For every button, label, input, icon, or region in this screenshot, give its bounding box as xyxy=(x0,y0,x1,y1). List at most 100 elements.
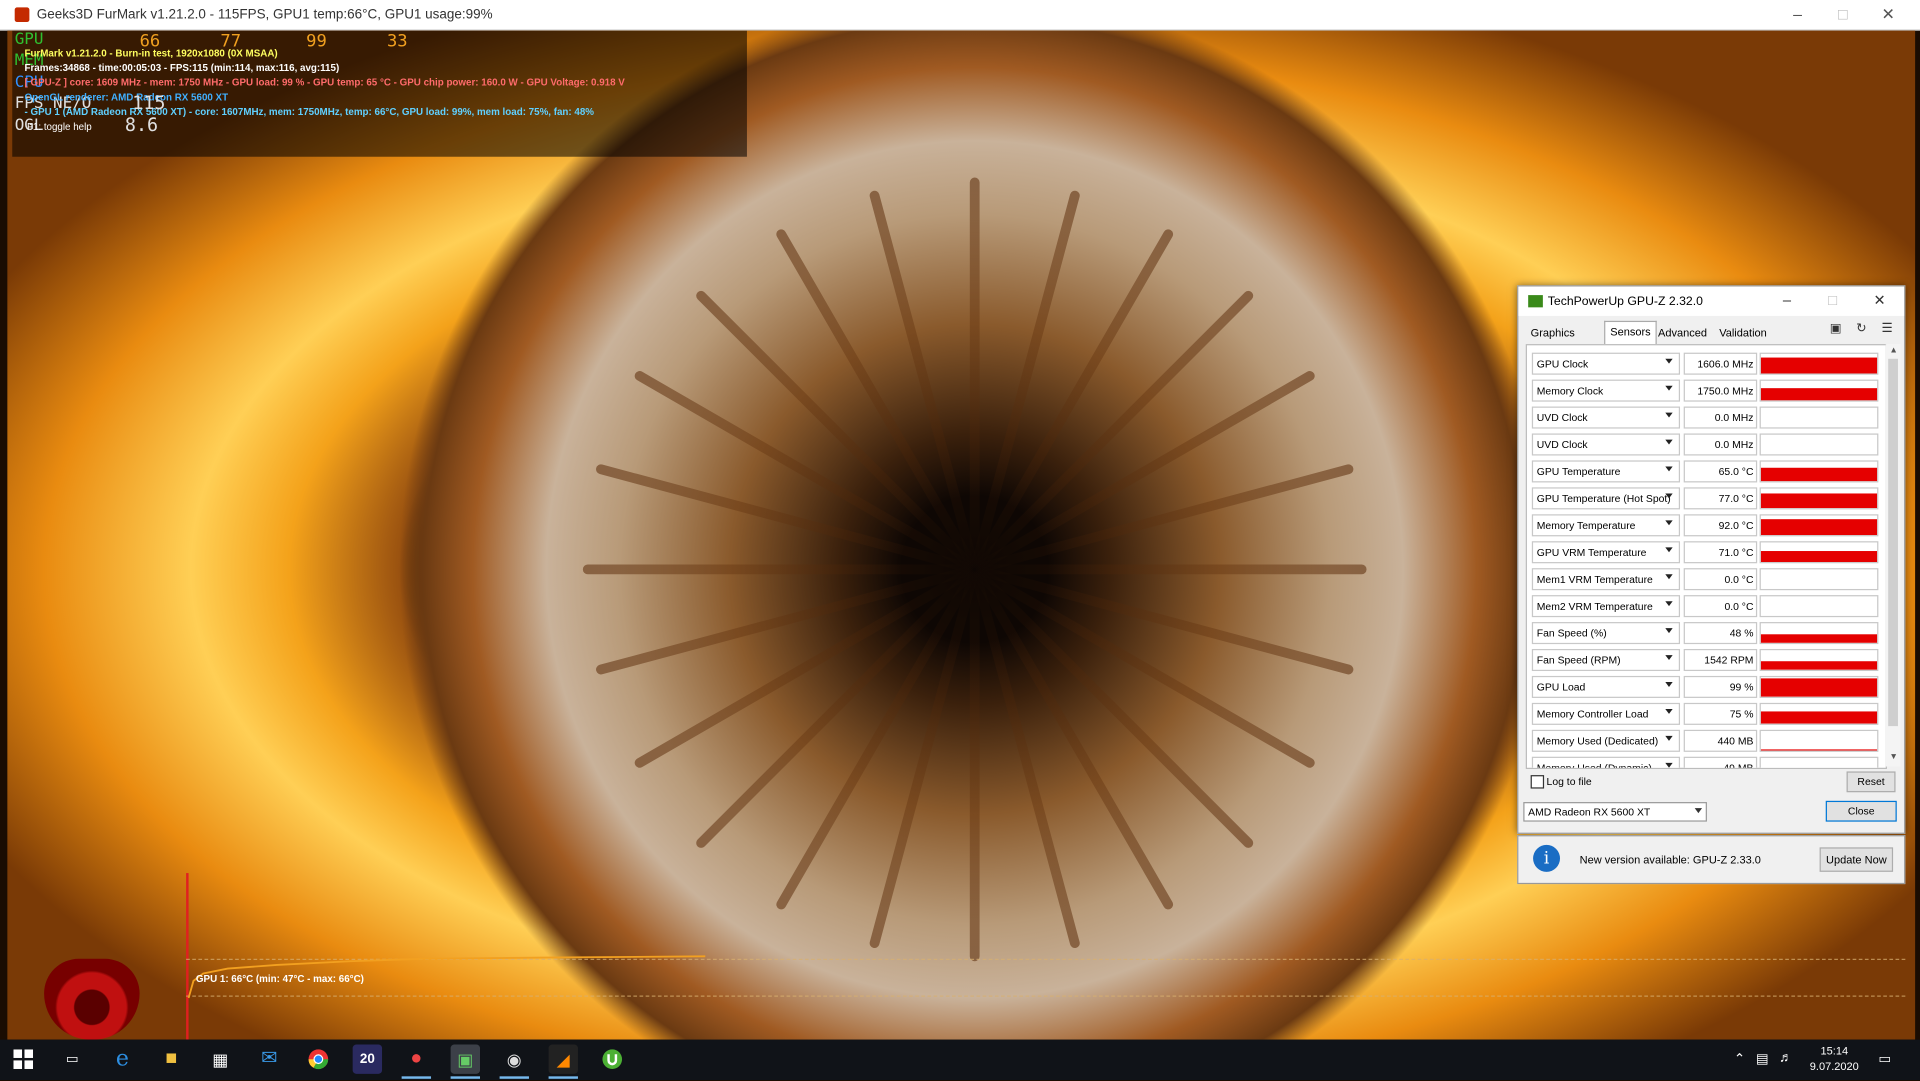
fur-spoke xyxy=(974,564,1367,575)
sensor-name-dropdown[interactable]: Memory Used (Dedicated) xyxy=(1531,729,1681,752)
maximize-button[interactable]: □ xyxy=(1821,2,1865,26)
gpuz-app-icon xyxy=(1528,295,1543,308)
sensor-name-dropdown[interactable]: Fan Speed (RPM) xyxy=(1531,648,1681,672)
sensor-list: GPU Clock 1606.0 MHz Memory Clock 1750.0 MH… xyxy=(1525,344,1887,769)
close-button-gpuz[interactable]: Close xyxy=(1825,800,1897,822)
furmark-window-title: Geeks3D FurMark v1.21.2.0 - 115FPS, GPU1… xyxy=(36,7,493,23)
sensor-value: 1750.0 MHz xyxy=(1683,379,1758,402)
sensor-scrollbar[interactable]: ▲ ▼ xyxy=(1885,344,1901,767)
update-message: New version available: GPU-Z 2.33.0 xyxy=(1579,853,1761,866)
tab-graphics-card[interactable]: Graphics Card xyxy=(1526,323,1580,359)
sensor-value: 0.0 °C xyxy=(1683,568,1758,591)
sensor-name-dropdown[interactable]: UVD Clock xyxy=(1531,433,1681,456)
notifications-icon[interactable]: ▭ xyxy=(1878,1051,1891,1067)
refresh-icon[interactable]: ↻ xyxy=(1854,323,1869,335)
chevron-down-icon xyxy=(1665,601,1673,607)
close-button[interactable]: ✕ xyxy=(1866,2,1910,26)
chevron-down-icon xyxy=(1665,547,1673,553)
fur-spoke xyxy=(582,564,975,575)
utorrent-icon[interactable] xyxy=(598,1044,627,1073)
chevron-down-icon xyxy=(1665,412,1673,418)
sensor-value: 0.0 °C xyxy=(1683,595,1758,618)
sensor-value: 0.0 MHz xyxy=(1683,433,1758,456)
chevron-up-icon[interactable]: ⌃ xyxy=(1734,1051,1745,1067)
update-now-button[interactable]: Update Now xyxy=(1819,847,1894,872)
sensor-graph xyxy=(1759,675,1879,698)
chevron-down-icon xyxy=(1665,358,1673,364)
sensor-row: GPU Temperature (Hot Spot) 77.0 °C xyxy=(1529,487,1884,510)
sensor-row: UVD Clock 0.0 MHz xyxy=(1529,406,1884,429)
sensor-graph xyxy=(1759,541,1879,564)
chevron-down-icon xyxy=(1665,466,1673,472)
sensor-name-dropdown[interactable]: Memory Clock xyxy=(1531,379,1681,402)
sensor-graph xyxy=(1759,702,1879,725)
overlay-line-title: FurMark v1.21.2.0 - Burn-in test, 1920x1… xyxy=(24,47,278,59)
sensor-name-dropdown[interactable]: GPU Temperature (Hot Spot) xyxy=(1531,487,1681,510)
store-icon[interactable]: ▦ xyxy=(206,1044,235,1073)
gpu-select-value: AMD Radeon RX 5600 XT xyxy=(1528,805,1651,818)
terminal-taskbar-icon[interactable]: ◢ xyxy=(548,1044,578,1079)
sensor-name-dropdown[interactable]: UVD Clock xyxy=(1531,406,1681,429)
network-icon[interactable]: ▤ xyxy=(1756,1051,1769,1067)
temp-graph-label: GPU 1: 66°C (min: 47°C - max: 66°C) xyxy=(195,973,364,985)
tab-advanced[interactable]: Advanced xyxy=(1653,323,1712,343)
gpuz-close-x-button[interactable]: ✕ xyxy=(1873,291,1885,308)
sensor-name-dropdown[interactable]: Fan Speed (%) xyxy=(1531,622,1681,645)
sensor-name-dropdown[interactable]: Memory Temperature xyxy=(1531,514,1681,537)
scrollbar-thumb[interactable] xyxy=(1888,358,1898,727)
tab-validation[interactable]: Validation xyxy=(1714,323,1771,343)
sensor-name-dropdown[interactable]: Memory Used (Dynamic) xyxy=(1531,756,1681,768)
file-explorer-icon[interactable]: ■ xyxy=(157,1044,186,1073)
mail-icon[interactable]: ✉ xyxy=(255,1044,284,1073)
overlay-load-number: 99 xyxy=(306,31,327,52)
log-to-file-checkbox[interactable] xyxy=(1530,775,1545,789)
sensor-name-dropdown[interactable]: GPU Temperature xyxy=(1531,460,1681,483)
task-view-icon[interactable]: ▭ xyxy=(58,1044,87,1073)
sensor-row: Memory Temperature 92.0 °C xyxy=(1529,514,1884,537)
sensor-name-dropdown[interactable]: GPU Load xyxy=(1531,675,1681,698)
gpu-select[interactable]: AMD Radeon RX 5600 XT xyxy=(1523,802,1707,822)
messenger-taskbar-icon[interactable]: ◉ xyxy=(499,1044,529,1079)
sensor-graph xyxy=(1759,406,1879,429)
gpuz-minimize-button[interactable]: – xyxy=(1783,291,1791,308)
app-20-icon[interactable]: 20 xyxy=(352,1044,383,1074)
sensor-name-dropdown[interactable]: Mem2 VRM Temperature xyxy=(1531,595,1681,618)
sensor-graph xyxy=(1759,595,1879,618)
sensor-value: 99 % xyxy=(1683,675,1758,698)
start-windows-icon[interactable] xyxy=(9,1044,38,1073)
clock-date: 9.07.2020 xyxy=(1809,1060,1859,1073)
volume-icon[interactable]: ♬ xyxy=(1779,1051,1792,1066)
sensor-name-dropdown[interactable]: Mem1 VRM Temperature xyxy=(1531,568,1681,591)
info-icon: i xyxy=(1533,844,1561,872)
furmark-taskbar-icon[interactable]: ● xyxy=(401,1044,432,1079)
sensor-graph xyxy=(1759,379,1879,402)
chevron-down-icon xyxy=(1665,762,1673,768)
gpuz-maximize-button[interactable]: □ xyxy=(1828,291,1837,308)
taskbar-clock[interactable]: 15:14 9.07.2020 xyxy=(1807,1043,1861,1075)
furmark-titlebar: Geeks3D FurMark v1.21.2.0 - 115FPS, GPU1… xyxy=(0,0,1920,31)
gpuz-window: TechPowerUp GPU-Z 2.32.0 – □ ✕ Graphics … xyxy=(1517,285,1906,834)
reset-button[interactable]: Reset xyxy=(1846,771,1896,793)
sensor-value: 1542 RPM xyxy=(1683,648,1758,672)
minimize-button[interactable]: – xyxy=(1776,2,1820,26)
sensor-name-dropdown[interactable]: GPU VRM Temperature xyxy=(1531,541,1681,564)
gpuz-taskbar-icon[interactable]: ▣ xyxy=(450,1044,481,1079)
tab-sensors[interactable]: Sensors xyxy=(1604,320,1657,345)
chevron-down-icon xyxy=(1665,628,1673,634)
sensor-row: GPU VRM Temperature 71.0 °C xyxy=(1529,541,1884,564)
furmark-logo xyxy=(44,958,140,1040)
sensor-graph-fill xyxy=(1760,678,1878,697)
menu-icon[interactable]: ☰ xyxy=(1880,323,1895,335)
update-notification: i New version available: GPU-Z 2.33.0 Up… xyxy=(1517,835,1906,885)
sensor-row: Mem2 VRM Temperature 0.0 °C xyxy=(1529,595,1884,618)
edge-icon[interactable]: e xyxy=(108,1044,137,1073)
gpuz-title: TechPowerUp GPU-Z 2.32.0 xyxy=(1547,295,1703,309)
camera-icon[interactable]: ▣ xyxy=(1828,323,1843,335)
sensor-graph xyxy=(1759,756,1879,768)
sensor-name-dropdown[interactable]: GPU Clock xyxy=(1531,352,1681,375)
sensor-row: Mem1 VRM Temperature 0.0 °C xyxy=(1529,568,1884,591)
chrome-icon[interactable] xyxy=(304,1044,333,1073)
overlay-fps-value: 115 xyxy=(132,91,166,114)
sensor-graph-fill xyxy=(1760,749,1878,751)
sensor-name-dropdown[interactable]: Memory Controller Load xyxy=(1531,702,1681,725)
